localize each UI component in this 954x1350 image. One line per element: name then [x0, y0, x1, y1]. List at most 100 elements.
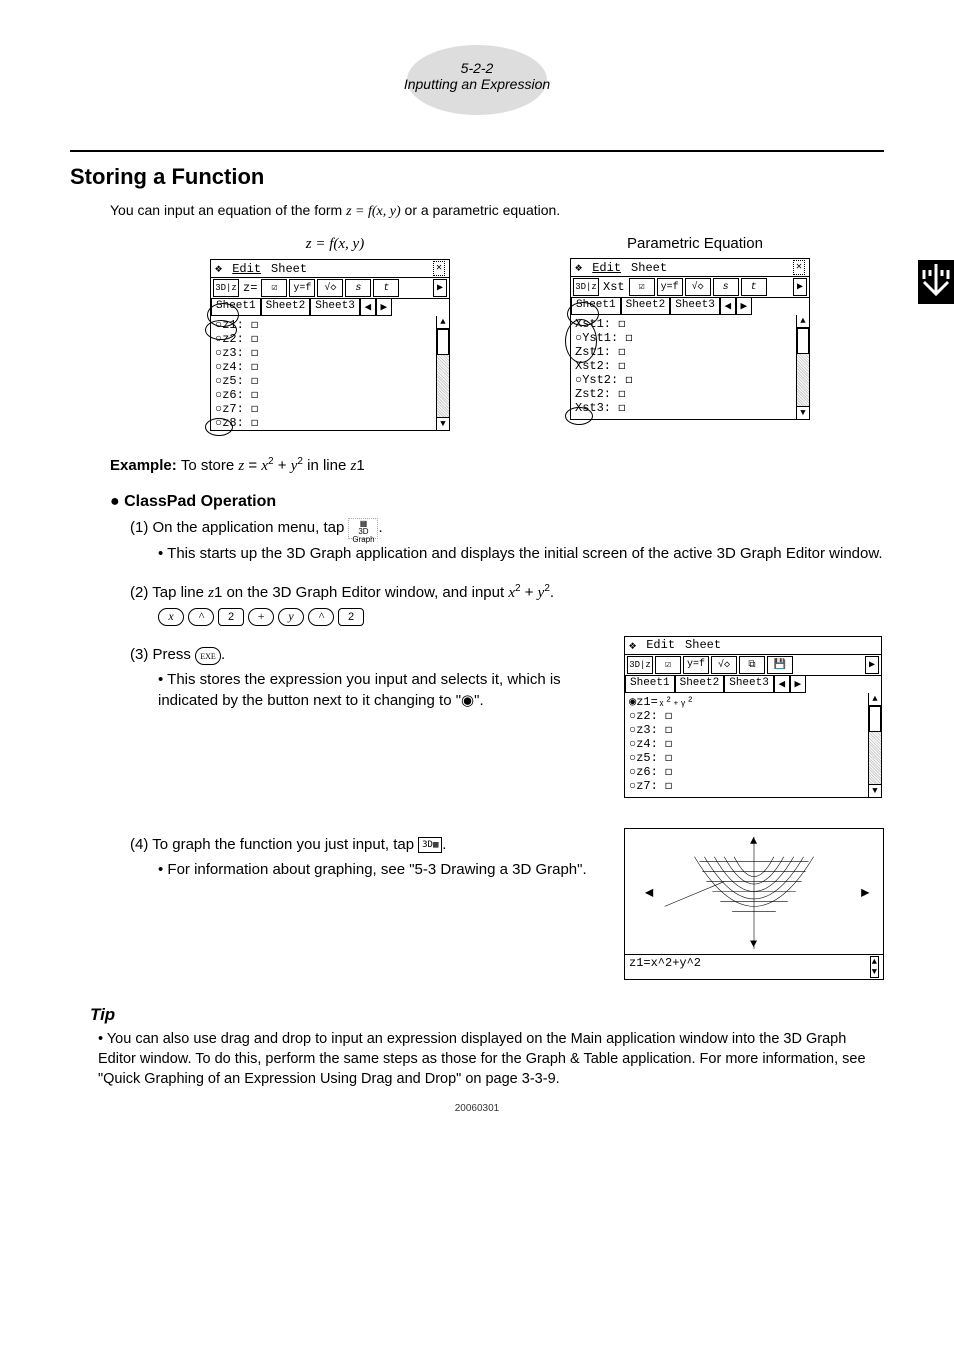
menu-sheet[interactable]: Sheet	[685, 638, 721, 652]
close-icon[interactable]: ✕	[433, 261, 445, 276]
tb-btn-3[interactable]: √◇	[711, 656, 737, 674]
intro-text: You can input an equation of the form z …	[110, 202, 884, 220]
scroll-down-icon[interactable]: ▼	[437, 417, 449, 430]
scroll-down-icon[interactable]: ▼	[869, 784, 881, 797]
scroll-up-icon[interactable]: ▲	[797, 315, 809, 328]
tab-scroll-right-icon[interactable]: ▶	[376, 299, 392, 316]
menu-sheet[interactable]: Sheet	[271, 262, 307, 276]
mode-param-icon[interactable]: 3D|z	[573, 278, 599, 296]
tb-btn-2[interactable]: y=f	[289, 279, 315, 297]
svg-text:◀: ◀	[645, 885, 654, 901]
list-row[interactable]: Zst2: ◻	[575, 387, 805, 401]
menu-dropdown-icon[interactable]: ❖	[629, 638, 636, 653]
tab-sheet2[interactable]: Sheet2	[621, 298, 671, 315]
toolbar-more-icon[interactable]: ▶	[433, 279, 447, 297]
eq-label-left: z = f(x, y)	[306, 236, 364, 252]
tab-scroll-left-icon[interactable]: ◀	[774, 676, 790, 693]
page-title: Storing a Function	[70, 164, 884, 190]
step-3-note: This stores the expression you input and…	[158, 669, 594, 711]
list-row-z2[interactable]: ○z2: ◻	[215, 332, 445, 346]
list-row[interactable]: ○z4: ◻	[629, 737, 877, 751]
list-row[interactable]: ○z5: ◻	[629, 751, 877, 765]
list-row-z4[interactable]: ○z4: ◻	[215, 360, 445, 374]
tb-btn-t[interactable]: t	[741, 278, 767, 296]
list-row-z6[interactable]: ○z6: ◻	[215, 388, 445, 402]
list-row-z7[interactable]: ○z7: ◻	[215, 402, 445, 416]
list-row[interactable]: Xst1: ◻	[575, 317, 805, 331]
tab-sheet3[interactable]: Sheet3	[310, 299, 360, 316]
svg-text:▲: ▲	[750, 833, 758, 847]
scrollbar[interactable]: ▲ ▼	[796, 315, 809, 419]
key-plus[interactable]: +	[248, 608, 274, 626]
menu-dropdown-icon[interactable]: ❖	[215, 261, 222, 276]
tb-btn-1[interactable]: ☑	[261, 279, 287, 297]
tab-scroll-right-icon[interactable]: ▶	[736, 298, 752, 315]
tb-btn-s[interactable]: s	[345, 279, 371, 297]
key-2[interactable]: 2	[218, 608, 244, 626]
list-row[interactable]: ○Yst1: ◻	[575, 331, 805, 345]
scrollbar[interactable]: ▲ ▼	[436, 316, 449, 430]
tb-btn-1[interactable]: ☑	[655, 656, 681, 674]
menu-sheet[interactable]: Sheet	[631, 261, 667, 275]
list-row[interactable]: ○z7: ◻	[629, 779, 877, 793]
annotation-circle-last	[565, 407, 593, 425]
tab-sheet1[interactable]: Sheet1	[625, 676, 675, 693]
list-row[interactable]: Xst2: ◻	[575, 359, 805, 373]
list-row[interactable]: ○z2: ◻	[629, 709, 877, 723]
close-icon[interactable]: ✕	[793, 260, 805, 275]
step-3: (3) Press EXE.	[130, 644, 594, 666]
list-row[interactable]: ○Yst2: ◻	[575, 373, 805, 387]
list-row-z1-selected[interactable]: ◉z1=ₓ²₊ᵧ²	[629, 695, 877, 709]
key-y[interactable]: y	[278, 608, 304, 626]
graph-adjust-icon[interactable]: ▲▼	[870, 956, 879, 978]
list-row[interactable]: Zst1: ◻	[575, 345, 805, 359]
margin-icon	[918, 260, 954, 304]
tb-btn-s[interactable]: s	[713, 278, 739, 296]
tb-btn-save-icon[interactable]: 💾	[767, 656, 793, 674]
tb-btn-2[interactable]: y=f	[657, 278, 683, 296]
tab-sheet2[interactable]: Sheet2	[261, 299, 311, 316]
tab-sheet3[interactable]: Sheet3	[724, 676, 774, 693]
tb-btn-3[interactable]: √◇	[317, 279, 343, 297]
key-caret[interactable]: ^	[308, 608, 334, 626]
menu-edit[interactable]: Edit	[646, 638, 675, 652]
graph-button-icon[interactable]: 3D▦	[418, 837, 442, 853]
scroll-up-icon[interactable]: ▲	[437, 316, 449, 329]
tab-scroll-left-icon[interactable]: ◀	[720, 298, 736, 315]
tab-sheet2[interactable]: Sheet2	[675, 676, 725, 693]
tb-btn-3[interactable]: √◇	[685, 278, 711, 296]
menu-edit[interactable]: Edit	[232, 262, 261, 276]
annotation-circle-param1	[565, 319, 597, 363]
key-caret[interactable]: ^	[188, 608, 214, 626]
tb-btn-1[interactable]: ☑	[629, 278, 655, 296]
menu-dropdown-icon[interactable]: ❖	[575, 260, 582, 275]
scroll-up-icon[interactable]: ▲	[869, 693, 881, 706]
tip-heading: Tip	[90, 1005, 884, 1025]
mode-icon[interactable]: 3D|z	[627, 656, 653, 674]
list-row-z3[interactable]: ○z3: ◻	[215, 346, 445, 360]
step-4: (4) To graph the function you just input…	[130, 834, 594, 855]
app-3dgraph-icon[interactable]: ▦3D Graph	[348, 518, 378, 539]
list-row[interactable]: ○z3: ◻	[629, 723, 877, 737]
menu-edit[interactable]: Edit	[592, 261, 621, 275]
list-row-z5[interactable]: ○z5: ◻	[215, 374, 445, 388]
tb-btn-2[interactable]: y=f	[683, 656, 709, 674]
tab-sheet3[interactable]: Sheet3	[670, 298, 720, 315]
toolbar-more-icon[interactable]: ▶	[793, 278, 807, 296]
list-row-z8[interactable]: ○z8: ◻	[215, 416, 445, 430]
list-row[interactable]: ○z6: ◻	[629, 765, 877, 779]
toolbar-more-icon[interactable]: ▶	[865, 656, 879, 674]
scrollbar[interactable]: ▲ ▼	[868, 693, 881, 797]
tab-scroll-left-icon[interactable]: ◀	[360, 299, 376, 316]
scroll-down-icon[interactable]: ▼	[797, 406, 809, 419]
key-2[interactable]: 2	[338, 608, 364, 626]
key-exe[interactable]: EXE	[195, 647, 221, 665]
list-row[interactable]: Xst3: ◻	[575, 401, 805, 415]
tb-btn-t[interactable]: t	[373, 279, 399, 297]
key-x[interactable]: x	[158, 608, 184, 626]
list-row-z1[interactable]: ○z1: ◻	[215, 318, 445, 332]
tb-btn-4[interactable]: ⧉	[739, 656, 765, 674]
annotation-circle-z1	[205, 320, 237, 340]
tab-scroll-right-icon[interactable]: ▶	[790, 676, 806, 693]
mode-z-icon[interactable]: 3D|z	[213, 279, 239, 297]
